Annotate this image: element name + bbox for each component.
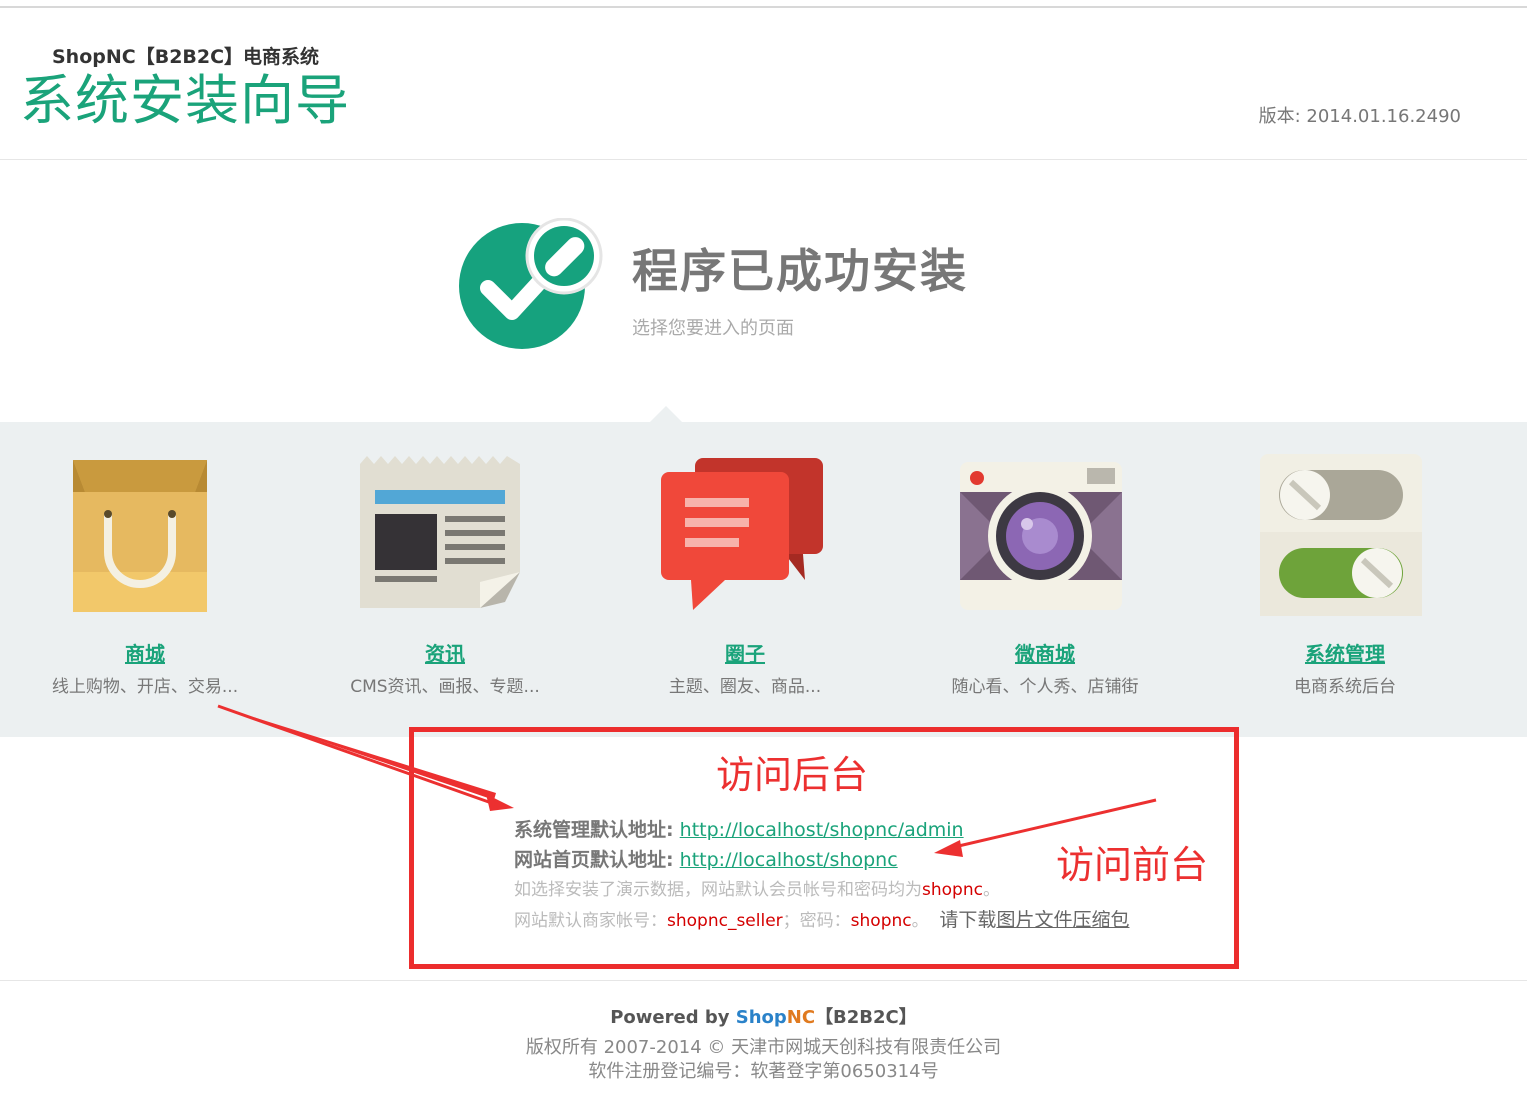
success-check-icon <box>459 218 603 349</box>
module-admin-desc: 电商系统后台 <box>1294 677 1396 697</box>
module-circle-desc: 主题、圈友、商品... <box>668 677 822 697</box>
powered-suffix: 【B2B2C】 <box>815 1007 917 1028</box>
module-mall[interactable]: 商城 线上购物、开店、交易... <box>0 422 295 737</box>
annotation-frontend: 访问前台 <box>1056 843 1209 887</box>
module-admin-name[interactable]: 系统管理 <box>1195 638 1495 667</box>
copyright: 版权所有 2007-2014 © 天津市网城天创科技有限责任公司 <box>525 1037 1002 1058</box>
powered-prefix: Powered by <box>610 1007 736 1028</box>
panel-pointer <box>650 406 682 422</box>
version-label: 版本: 2014.01.16.2490 <box>1258 106 1461 127</box>
brand-name: ShopNC【B2B2C】电商系统 <box>52 46 320 68</box>
module-micro-mall-name[interactable]: 微商城 <box>895 638 1195 667</box>
module-admin[interactable]: 系统管理 电商系统后台 <box>1195 422 1495 737</box>
footer: Powered by ShopNC【B2B2C】 版权所有 2007-2014 … <box>0 980 1527 1120</box>
powered-by: Powered by ShopNC【B2B2C】 <box>0 1003 1527 1029</box>
registration-number: 软件注册登记编号：软著登字第0650314号 <box>588 1061 939 1082</box>
header: ShopNC【B2B2C】电商系统 系统安装向导 版本: 2014.01.16.… <box>0 8 1527 160</box>
success-title: 程序已成功安装 <box>632 244 968 298</box>
module-mall-name[interactable]: 商城 <box>0 638 295 667</box>
module-circle-name[interactable]: 圈子 <box>595 638 895 667</box>
page-title: 系统安装向导 <box>20 69 350 132</box>
module-news[interactable]: 资讯 CMS资讯、画报、专题... <box>295 422 595 737</box>
module-micro-mall[interactable]: 微商城 随心看、个人秀、店铺街 <box>895 422 1195 737</box>
success-subtitle: 选择您要进入的页面 <box>632 318 794 339</box>
module-micro-mall-desc: 随心看、个人秀、店铺街 <box>951 677 1139 697</box>
toggle-switches-icon <box>1260 454 1422 616</box>
module-news-name[interactable]: 资讯 <box>295 638 595 667</box>
module-circle[interactable]: 圈子 主题、圈友、商品... <box>595 422 895 737</box>
annotation-backend: 访问后台 <box>716 753 869 797</box>
chat-bubbles-icon <box>661 458 823 610</box>
shopping-bag-icon <box>73 460 207 612</box>
powered-nc: NC <box>786 1007 816 1028</box>
camera-icon <box>960 462 1122 610</box>
module-news-desc: CMS资讯、画报、专题... <box>350 677 540 697</box>
module-panel: 商城 线上购物、开店、交易... 资讯 CMS资讯、画报、专题... 圈子 主题… <box>0 422 1527 737</box>
module-mall-desc: 线上购物、开店、交易... <box>51 677 239 697</box>
powered-shop: Shop <box>735 1007 787 1028</box>
newspaper-icon <box>360 456 520 608</box>
